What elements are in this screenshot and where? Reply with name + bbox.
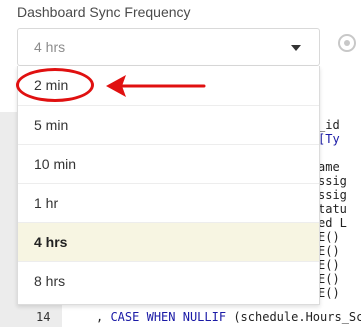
option-label: 5 min — [34, 117, 69, 133]
code-fragment: ame — [318, 160, 340, 174]
option-4-hrs[interactable]: 4 hrs — [18, 222, 319, 261]
code-keyword: WHEN — [146, 310, 176, 324]
option-label: 4 hrs — [34, 234, 68, 250]
code-keyword: NULLIF — [182, 310, 227, 324]
chevron-down-icon[interactable] — [291, 45, 301, 51]
gear-icon[interactable] — [338, 34, 356, 52]
code-fragment: E() — [318, 286, 340, 300]
highlight-ellipse — [16, 68, 94, 102]
option-label: 8 hrs — [34, 273, 66, 289]
code-fragment: tatu — [318, 202, 347, 216]
code-text: , CASE WHEN NULLIF (schedule.Hours_Sc — [96, 308, 361, 326]
option-label: 10 min — [34, 156, 77, 172]
page: _id [Ty ame ssig ssig tatu ed L E() E() … — [0, 0, 361, 327]
option-8-hrs[interactable]: 8 hrs — [18, 261, 319, 303]
code-fragment: E() — [318, 272, 340, 286]
code-fragment: _id — [318, 118, 340, 132]
code-fragment: [Ty — [318, 132, 340, 146]
code-fragments: _id [Ty ame ssig ssig tatu ed L E() E() … — [318, 118, 347, 300]
code-fragment: ssig — [318, 174, 347, 188]
code-fragment — [318, 146, 347, 160]
selected-value: 4 hrs — [34, 39, 66, 55]
code-fragment: ed L — [318, 216, 347, 230]
option-10-min[interactable]: 10 min — [18, 144, 319, 183]
arrow-left-icon — [106, 75, 206, 97]
code-keyword: CASE — [110, 310, 140, 324]
field-label: Dashboard Sync Frequency — [17, 4, 191, 20]
option-5-min[interactable]: 5 min — [18, 105, 319, 144]
line-number: 14 — [36, 310, 51, 324]
code-token: , — [96, 310, 111, 324]
code-fragment: E() — [318, 230, 340, 244]
option-1-hr[interactable]: 1 hr — [18, 183, 319, 222]
code-line-14: 14 , CASE WHEN NULLIF (schedule.Hours_Sc — [0, 308, 361, 326]
code-token: (schedule.Hours_Sc — [226, 310, 361, 324]
option-label: 1 hr — [34, 195, 59, 211]
code-fragment: ssig — [318, 188, 347, 202]
code-fragment: E() — [318, 258, 340, 272]
code-fragment: E() — [318, 244, 340, 258]
sync-frequency-select[interactable]: 4 hrs — [17, 28, 320, 66]
